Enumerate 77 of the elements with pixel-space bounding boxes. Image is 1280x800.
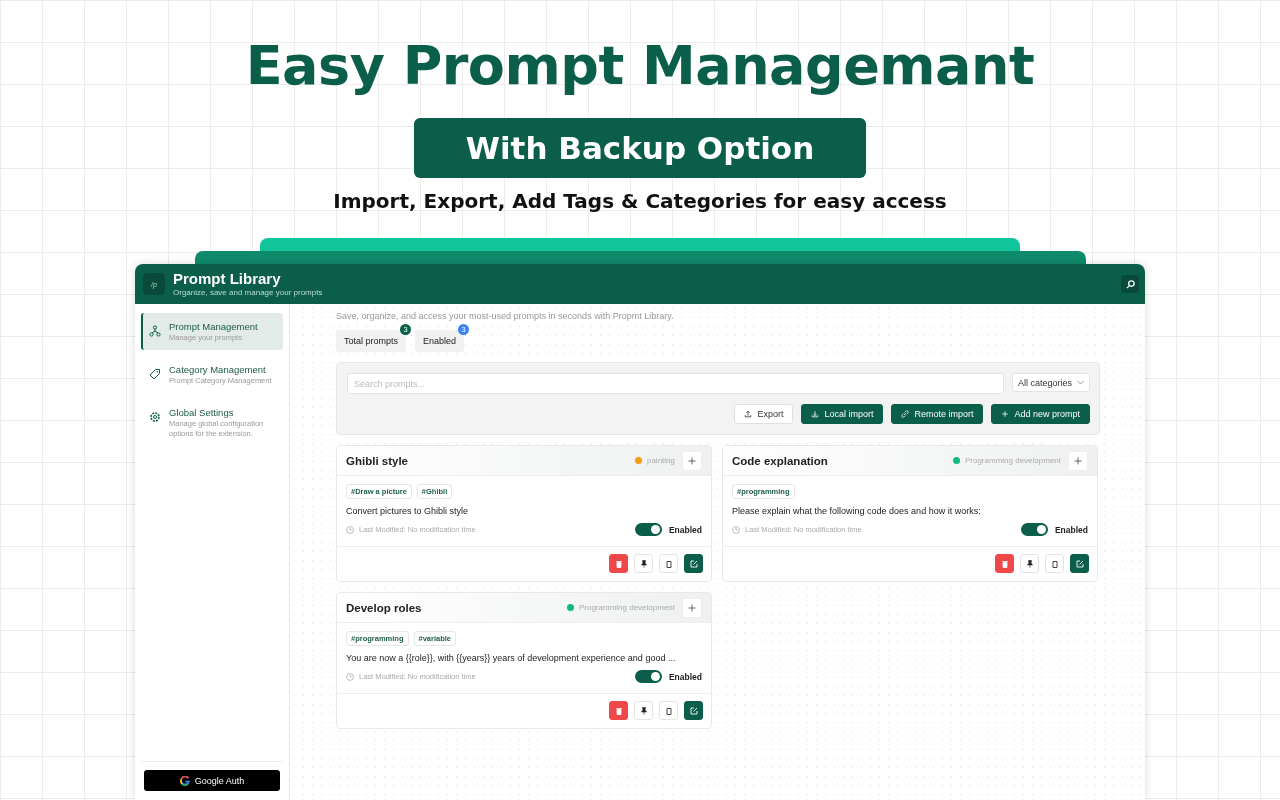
clock-icon <box>346 525 354 534</box>
edit-icon <box>1075 559 1084 568</box>
gear-icon <box>149 411 161 423</box>
google-icon <box>179 775 190 786</box>
upload-icon <box>744 410 753 418</box>
enable-toggle[interactable] <box>634 523 662 536</box>
stat-label: Total prompts <box>344 336 399 346</box>
status-label: Enabled <box>668 524 702 535</box>
prompt-text: Please explain what the following code does and how it works: <box>732 506 982 516</box>
stat-label: Enabled <box>423 336 457 346</box>
card-title: Develop roles <box>346 601 423 614</box>
delete-button[interactable] <box>609 554 628 573</box>
clock-icon <box>346 672 354 681</box>
trash-icon <box>614 559 623 568</box>
nav-title: Prompt Management <box>169 320 258 333</box>
category-dropdown[interactable]: All categories <box>1011 373 1090 392</box>
clock-icon <box>732 525 740 534</box>
edit-button[interactable] <box>1070 554 1089 573</box>
pin-icon <box>639 706 648 715</box>
pin-button[interactable] <box>634 701 653 720</box>
drag-handle[interactable] <box>682 597 702 618</box>
copy-icon <box>664 559 673 568</box>
nav-title: Global Settings <box>169 406 235 419</box>
copy-icon <box>1050 559 1059 568</box>
download-icon <box>811 410 820 418</box>
pin-icon <box>639 559 648 568</box>
edit-button[interactable] <box>684 701 703 720</box>
search-icon <box>1125 279 1135 289</box>
pin-button[interactable] <box>1020 554 1039 573</box>
edit-button[interactable] <box>684 554 703 573</box>
edit-icon <box>689 559 698 568</box>
prompt-text: You are now a {{role}}, with {{years}} years of development experience and good ... <box>346 653 677 663</box>
hierarchy-icon <box>149 325 161 337</box>
trash-icon <box>1000 559 1009 568</box>
app-title: Prompt Library <box>173 270 282 287</box>
category-label: painting <box>646 456 675 465</box>
tag-icon <box>149 368 161 380</box>
trash-icon <box>614 706 623 715</box>
card-title: Code explanation <box>732 454 829 467</box>
enable-toggle[interactable] <box>634 670 662 683</box>
chevron-icon <box>1077 380 1084 385</box>
nav-title: Category Management <box>169 363 267 376</box>
app-subtitle: Organize, save and manage your prompts <box>173 287 324 298</box>
drag-handle[interactable] <box>1068 450 1088 471</box>
card-title: Ghibli style <box>346 454 409 467</box>
delete-button[interactable] <box>609 701 628 720</box>
copy-icon <box>664 706 673 715</box>
hero-title: Easy Prompt Managemant <box>245 33 1035 99</box>
google-auth-button[interactable]: Google Auth <box>144 770 280 791</box>
prompt-text: Convert pictures to Ghibli style <box>346 506 470 516</box>
category-label: Programming development <box>578 603 675 612</box>
drag-handle[interactable] <box>682 450 702 471</box>
export-button[interactable]: Export <box>734 404 794 424</box>
status-label: Enabled <box>668 671 702 682</box>
local-import-button[interactable]: Local import <box>801 404 884 424</box>
copy-button[interactable] <box>1045 554 1064 573</box>
search-field[interactable]: Search prompts... <box>347 373 1004 394</box>
edit-icon <box>689 706 698 715</box>
hero-badge: With Backup Option <box>414 118 866 178</box>
pin-icon <box>1025 559 1034 568</box>
move-icon <box>688 603 696 612</box>
plus-icon <box>1001 410 1010 418</box>
intro-text: Save, organize, and access your most-used prompts in seconds with Propmt Library. <box>336 310 675 323</box>
pin-button[interactable] <box>634 554 653 573</box>
move-icon <box>1074 456 1082 465</box>
add-prompt-button[interactable]: Add new prompt <box>991 404 1090 424</box>
link-icon <box>901 410 910 418</box>
copy-button[interactable] <box>659 554 678 573</box>
enable-toggle[interactable] <box>1020 523 1048 536</box>
category-label: Programming development <box>964 456 1061 465</box>
status-label: Enabled <box>1054 524 1088 535</box>
search-button[interactable] <box>1121 275 1139 293</box>
move-icon <box>688 456 696 465</box>
delete-button[interactable] <box>995 554 1014 573</box>
copy-button[interactable] <box>659 701 678 720</box>
hero-subtitle: Import, Export, Add Tags & Categories for easy access <box>333 188 947 214</box>
remote-import-button[interactable]: Remote import <box>891 404 984 424</box>
